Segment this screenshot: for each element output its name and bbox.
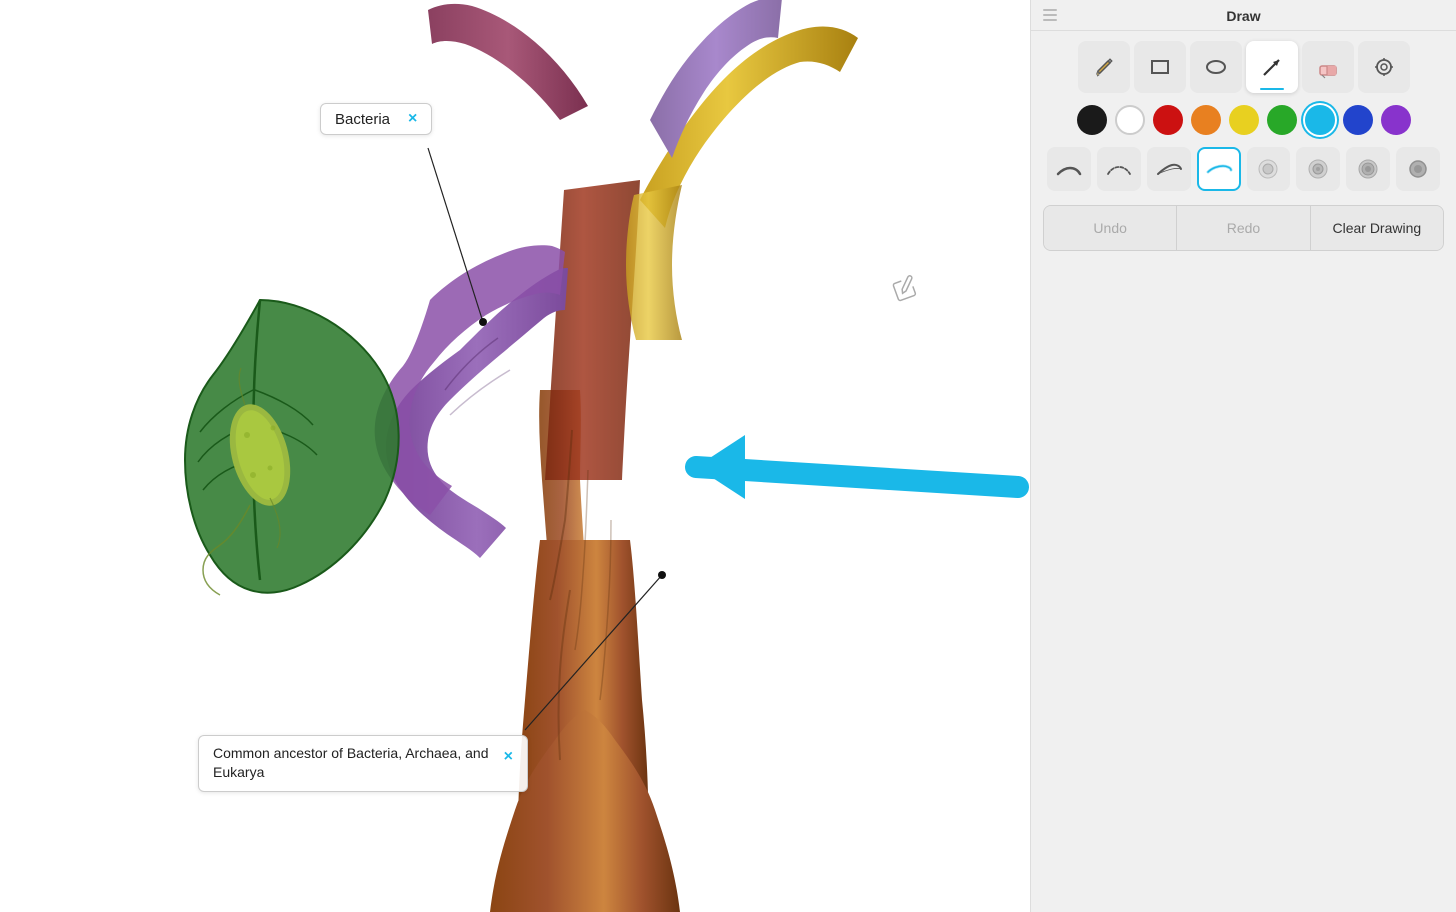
redo-btn[interactable]: Redo	[1177, 206, 1309, 250]
color-purple[interactable]	[1381, 105, 1411, 135]
color-white[interactable]	[1115, 105, 1145, 135]
color-cyan[interactable]	[1305, 105, 1335, 135]
color-blue[interactable]	[1343, 105, 1373, 135]
brush-3-btn[interactable]	[1147, 147, 1191, 191]
brush-2-btn[interactable]	[1097, 147, 1141, 191]
brush-1-btn[interactable]	[1047, 147, 1091, 191]
canvas-area: Bacteria × Common ancestor of Bacteria, …	[0, 0, 1030, 912]
action-row: Undo Redo Clear Drawing	[1043, 205, 1444, 251]
ellipse-tool-btn[interactable]	[1190, 41, 1242, 93]
brush-8-btn[interactable]	[1396, 147, 1440, 191]
draw-panel: Draw	[1030, 0, 1456, 912]
color-orange[interactable]	[1191, 105, 1221, 135]
ancestor-label-close[interactable]: ×	[504, 746, 513, 768]
color-yellow[interactable]	[1229, 105, 1259, 135]
arrow-tool-btn[interactable]	[1246, 41, 1298, 93]
bacteria-label-text: Bacteria	[335, 111, 390, 128]
undo-btn[interactable]: Undo	[1044, 206, 1176, 250]
brush-row	[1031, 141, 1456, 197]
clear-drawing-btn[interactable]: Clear Drawing	[1311, 206, 1443, 250]
bacteria-label-close[interactable]: ×	[408, 110, 417, 128]
brush-6-btn[interactable]	[1296, 147, 1340, 191]
pencil-tool-btn[interactable]	[1078, 41, 1130, 93]
bacteria-label: Bacteria ×	[320, 103, 432, 135]
eraser-tool-btn[interactable]	[1302, 41, 1354, 93]
drag-handle[interactable]	[1043, 9, 1057, 21]
color-green[interactable]	[1267, 105, 1297, 135]
brush-5-btn[interactable]	[1247, 147, 1291, 191]
select-tool-btn[interactable]	[1358, 41, 1410, 93]
color-black[interactable]	[1077, 105, 1107, 135]
panel-title: Draw	[1226, 8, 1260, 24]
color-row	[1031, 99, 1456, 141]
tool-row	[1031, 31, 1456, 99]
color-red[interactable]	[1153, 105, 1183, 135]
ancestor-label: Common ancestor of Bacteria, Archaea, an…	[198, 735, 528, 792]
brush-4-btn[interactable]	[1197, 147, 1241, 191]
ancestor-label-text: Common ancestor of Bacteria, Archaea, an…	[213, 744, 494, 783]
rectangle-tool-btn[interactable]	[1134, 41, 1186, 93]
panel-header: Draw	[1031, 0, 1456, 31]
brush-7-btn[interactable]	[1346, 147, 1390, 191]
